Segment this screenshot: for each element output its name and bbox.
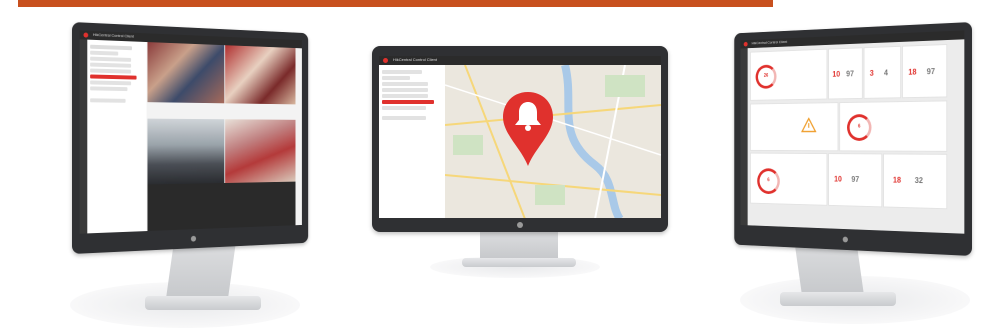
camera-view-4[interactable]: [225, 119, 296, 183]
area-tree[interactable]: [379, 65, 445, 218]
window-title-bar: HikCentral Control Client: [379, 56, 661, 65]
app-logo-icon: [383, 58, 388, 63]
stat-card-3[interactable]: 18 97: [901, 43, 948, 99]
window-title: HikCentral Control Client: [751, 39, 788, 46]
status-value: 6: [858, 123, 861, 130]
monitor-logo-icon: [190, 235, 197, 242]
center-monitor-stand: [480, 228, 558, 262]
stat-value: 18: [892, 175, 901, 185]
camera-view-3[interactable]: [147, 118, 225, 185]
status-card[interactable]: 6: [839, 100, 948, 152]
warning-icon: [801, 117, 816, 132]
stat-value: 97: [851, 175, 860, 184]
center-monitor-screen: HikCentral Control Client: [379, 56, 661, 218]
window-title: HikCentral Control Client: [92, 31, 134, 39]
device-card[interactable]: 6: [750, 152, 828, 206]
monitor-logo-icon: [842, 236, 848, 243]
stat-card-4[interactable]: 10 97: [828, 153, 883, 208]
orange-banner: [18, 0, 773, 7]
center-monitor-base: [462, 258, 576, 267]
right-monitor-screen: HikCentral Control Client 26 10 97 3 4 1…: [740, 30, 965, 234]
stat-value: 32: [914, 176, 923, 186]
live-view-toolbar: [147, 181, 296, 232]
stat-card-5[interactable]: 18 32: [883, 153, 948, 210]
monitor-logo-icon: [517, 222, 523, 228]
window-title: HikCentral Control Client: [393, 57, 438, 62]
alarm-pin[interactable]: [501, 90, 555, 168]
stat-value: 10: [832, 69, 841, 79]
stat-value: 4: [883, 68, 888, 78]
left-monitor-screen: HikCentral Control Client: [79, 30, 302, 234]
right-monitor: HikCentral Control Client 26 10 97 3 4 1…: [734, 22, 972, 256]
stat-card-2[interactable]: 3 4: [863, 45, 902, 99]
camera-view-2[interactable]: [225, 45, 296, 105]
stat-value: 3: [869, 68, 874, 78]
device-value: 6: [767, 177, 770, 183]
stat-value: 18: [908, 67, 917, 77]
stat-value: 97: [846, 69, 854, 79]
summary-card[interactable]: 26: [750, 48, 828, 101]
stat-value: 10: [834, 174, 842, 184]
left-monitor: HikCentral Control Client: [72, 22, 309, 254]
alarm-pin-shape: [503, 92, 553, 166]
app-logo-icon: [743, 41, 748, 47]
center-monitor: HikCentral Control Client: [372, 46, 668, 232]
device-tree[interactable]: [87, 39, 147, 234]
left-icon-rail: [79, 39, 88, 234]
right-monitor-base: [780, 292, 896, 306]
stat-value: 97: [926, 67, 935, 77]
app-logo-icon: [83, 32, 89, 38]
camera-view-1[interactable]: [147, 42, 225, 104]
left-icon-rail: [740, 48, 748, 226]
summary-value: 26: [763, 73, 769, 79]
left-monitor-base: [145, 296, 261, 310]
stat-card-1[interactable]: 10 97: [828, 47, 863, 100]
alarm-card[interactable]: [750, 102, 839, 152]
